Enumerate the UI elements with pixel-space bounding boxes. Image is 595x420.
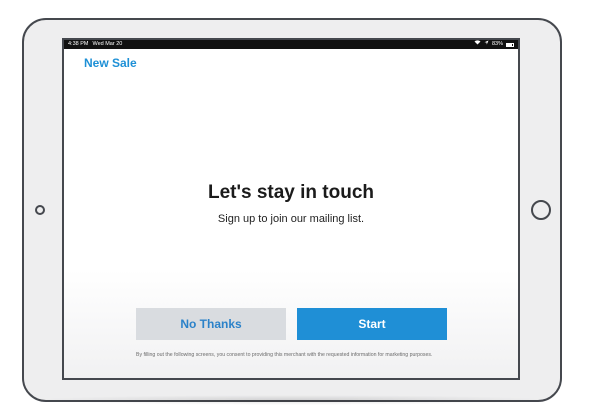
battery-percent: 83%	[491, 41, 503, 47]
status-date: Wed Mar 20	[92, 41, 123, 47]
status-bar: 4:38 PM Wed Mar 20 83%	[64, 40, 518, 49]
no-thanks-button[interactable]: No Thanks	[136, 308, 286, 340]
tablet-shadow	[26, 395, 558, 405]
page-title: Let's stay in touch	[207, 182, 375, 203]
start-button[interactable]: Start	[297, 308, 447, 340]
location-arrow-icon	[484, 40, 489, 49]
consent-disclaimer: By filling out the following screens, yo…	[136, 352, 433, 358]
home-button[interactable]	[531, 200, 551, 220]
wifi-icon	[474, 40, 481, 49]
battery-icon	[506, 42, 514, 47]
new-sale-link[interactable]: New Sale	[84, 56, 137, 70]
status-time: 4:38 PM	[68, 41, 89, 47]
tablet-screen: 4:38 PM Wed Mar 20 83% New Sale Let's st…	[62, 38, 520, 380]
camera-icon	[35, 205, 45, 215]
page-subtitle: Sign up to join our mailing list.	[217, 213, 365, 225]
